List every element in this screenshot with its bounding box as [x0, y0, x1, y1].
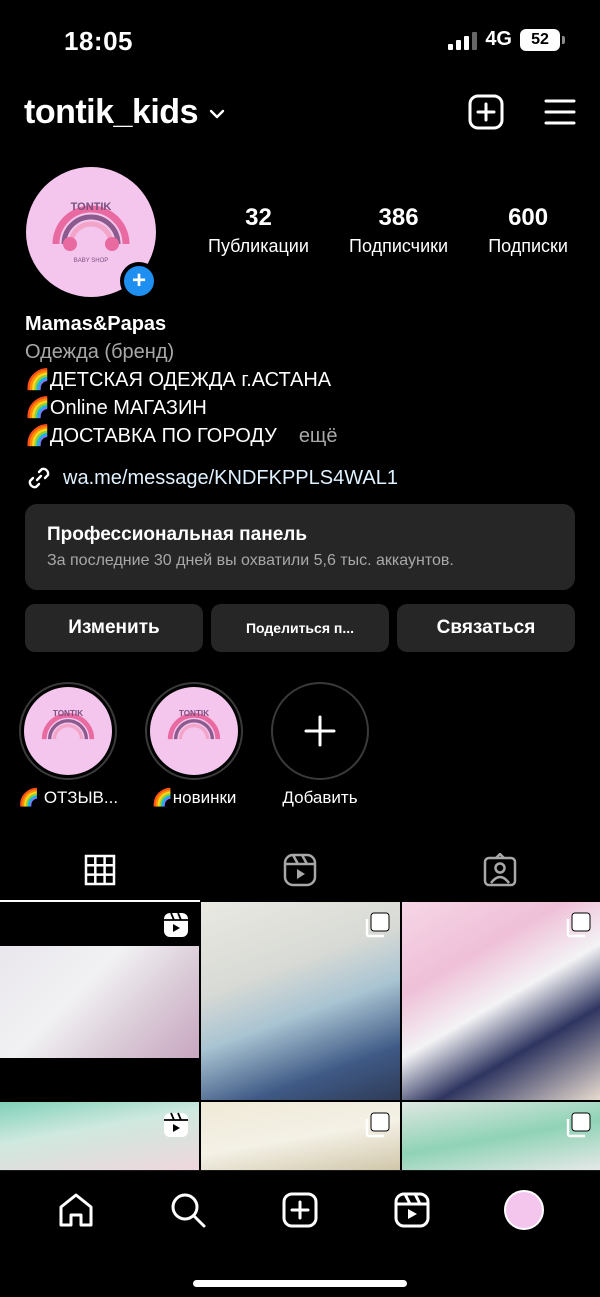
stat-posts[interactable]: 32 Публикации [208, 204, 309, 257]
network-label: 4G [485, 28, 512, 50]
tab-tagged[interactable] [400, 840, 600, 900]
signal-icon [448, 30, 478, 50]
nav-reels[interactable] [382, 1187, 442, 1233]
bio-line: 🌈Online МАГАЗИН [25, 397, 207, 419]
bio-line: 🌈ДОСТАВКА ПО ГОРОДУ [25, 425, 277, 447]
profile-header: tontik_kids [24, 88, 576, 136]
tagged-person-icon [483, 853, 517, 887]
profile-stats: 32 Публикации 386 Подписчики 600 Подписк… [208, 204, 568, 257]
stat-value: 600 [508, 204, 549, 231]
stat-label: Публикации [208, 236, 309, 256]
reels-icon [283, 853, 317, 887]
home-indicator [193, 1280, 407, 1287]
link-icon [28, 467, 50, 489]
avatar [504, 1190, 544, 1230]
search-icon [171, 1193, 206, 1228]
home-icon [59, 1193, 93, 1227]
chevron-down-icon[interactable] [208, 108, 226, 120]
grid-icon [84, 854, 116, 886]
carousel-badge-icon [365, 912, 390, 938]
tontik-logo-icon: TONTIK [41, 709, 95, 740]
post-thumbnail[interactable] [201, 1102, 400, 1172]
stat-value: 386 [378, 204, 419, 231]
svg-text:TONTIK: TONTIK [53, 709, 83, 718]
nav-home[interactable] [46, 1187, 106, 1233]
account-switcher[interactable]: tontik_kids [24, 93, 198, 132]
battery-icon: 52 [520, 28, 565, 51]
nav-profile[interactable] [494, 1187, 554, 1233]
post-thumbnail[interactable] [201, 902, 400, 1100]
stat-following[interactable]: 600 Подписки [488, 204, 568, 257]
menu-icon[interactable] [544, 98, 576, 126]
profile-bio: Mamas&Papas Одежда (бренд) 🌈ДЕТСКАЯ ОДЕЖ… [25, 310, 575, 450]
edit-profile-button[interactable]: Изменить [25, 604, 203, 652]
bottom-navigation [0, 1170, 600, 1297]
story-highlights: TONTIK 🌈 ОТЗЫВ... TONTIK 🌈новинки Добави… [18, 682, 370, 808]
highlight-cover: TONTIK [150, 687, 238, 775]
reel-badge-icon [164, 1112, 188, 1137]
tab-reels[interactable] [200, 840, 400, 900]
carousel-badge-icon [566, 912, 591, 938]
stat-value: 32 [245, 204, 272, 231]
stat-label: Подписчики [349, 236, 449, 256]
highlight-label: 🌈новинки [151, 788, 237, 807]
nav-create[interactable] [270, 1187, 330, 1233]
stat-followers[interactable]: 386 Подписчики [349, 204, 448, 257]
profile-actions: Изменить Поделиться п... Связаться [25, 604, 575, 652]
highlight-new[interactable]: TONTIK 🌈новинки [144, 682, 244, 808]
profile-tabs [0, 840, 600, 902]
post-image [0, 946, 199, 1058]
bio-line-last: 🌈ДОСТАВКА ПО ГОРОДУ ещё [25, 422, 575, 450]
display-name: Mamas&Papas [25, 313, 167, 335]
nav-search[interactable] [158, 1187, 218, 1233]
pro-title: Профессиональная панель [47, 524, 308, 545]
status-time: 18:05 [64, 26, 133, 56]
posts-grid [0, 902, 600, 1172]
professional-dashboard[interactable]: Профессиональная панель За последние 30 … [25, 504, 575, 590]
highlight-add[interactable]: Добавить [270, 682, 370, 808]
post-thumbnail[interactable] [0, 1102, 199, 1172]
highlight-reviews[interactable]: TONTIK 🌈 ОТЗЫВ... [18, 682, 118, 808]
profile-link[interactable]: wa.me/message/KNDFKPPLS4WAL1 [25, 464, 398, 492]
pro-subtitle: За последние 30 дней вы охватили 5,6 тыс… [47, 552, 454, 569]
post-thumbnail[interactable] [402, 902, 600, 1100]
highlight-cover: TONTIK [24, 687, 112, 775]
carousel-badge-icon [365, 1112, 390, 1138]
share-profile-button[interactable]: Поделиться п... [211, 604, 389, 652]
post-thumbnail[interactable] [402, 1102, 600, 1172]
reel-badge-icon [164, 912, 188, 937]
tab-grid[interactable] [0, 840, 200, 902]
highlight-label: Добавить [282, 788, 358, 807]
link-url: wa.me/message/KNDFKPPLS4WAL1 [63, 466, 398, 489]
svg-text:TONTIK: TONTIK [71, 201, 112, 213]
highlight-label: 🌈 ОТЗЫВ... [17, 788, 119, 807]
profile-avatar[interactable]: TONTIK BABY SHOP + [26, 167, 158, 300]
stat-label: Подписки [488, 236, 568, 256]
carousel-badge-icon [566, 1112, 591, 1138]
category-label: Одежда (бренд) [25, 341, 175, 363]
more-link[interactable]: ещё [299, 425, 338, 447]
plus-icon [304, 715, 336, 747]
add-story-button[interactable]: + [120, 262, 158, 300]
svg-text:TONTIK: TONTIK [179, 709, 209, 718]
reels-icon [394, 1192, 430, 1228]
status-right: 4G 52 [448, 28, 565, 51]
bio-line: 🌈ДЕТСКАЯ ОДЕЖДА г.АСТАНА [25, 369, 332, 391]
create-post-icon[interactable] [468, 94, 504, 130]
contact-button[interactable]: Связаться [397, 604, 575, 652]
create-icon [282, 1192, 318, 1228]
status-bar: 18:05 4G 52 [0, 0, 600, 80]
tontik-logo-icon: TONTIK [167, 709, 221, 740]
post-thumbnail[interactable] [0, 902, 199, 1100]
svg-text:BABY SHOP: BABY SHOP [74, 258, 109, 264]
